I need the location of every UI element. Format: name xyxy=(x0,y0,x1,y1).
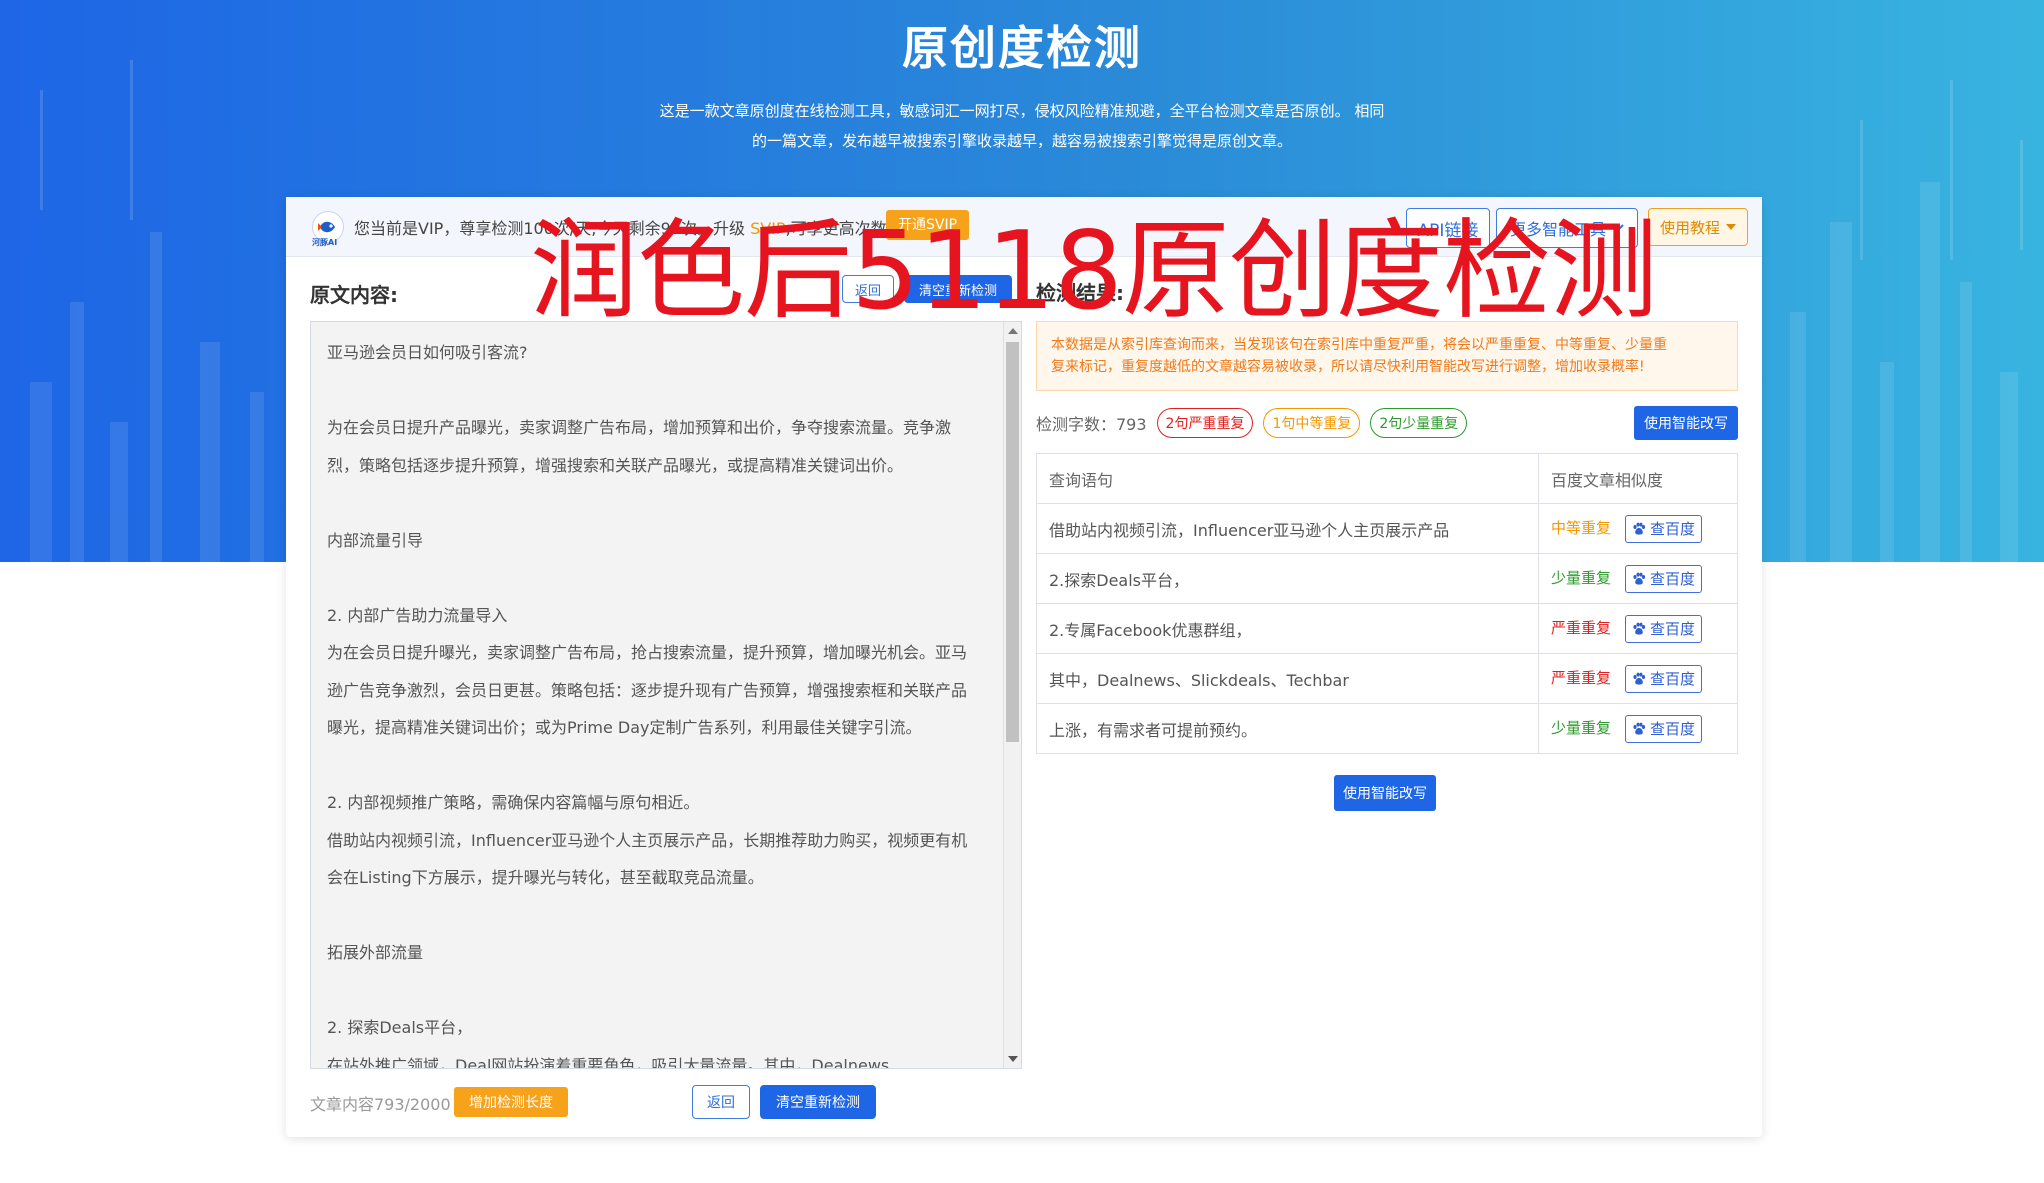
description-line-2: 的一篇文章，发布越早被搜索引擎收录越早，越容易被搜索引擎觉得是原创文章。 xyxy=(751,132,1292,150)
text-line: 为在会员日提升曝光，卖家调整广告布局，抢占搜索流量，提升预算，增加曝光机会。亚马 xyxy=(327,643,968,662)
baidu-paw-icon xyxy=(1633,522,1646,535)
duplicate-level: 少量重复 xyxy=(1551,569,1612,587)
results-header-row: 查询语句 百度文章相似度 xyxy=(1036,453,1738,504)
query-cell: 2.专属Facebook优惠群组， xyxy=(1036,603,1539,654)
text-line: 亚马逊会员日如何吸引客流? xyxy=(327,343,528,362)
medium-duplicate-badge: 1句中等重复 xyxy=(1263,408,1361,438)
text-line: 在站外推广领域，Deal网站扮演着重要角色，吸引大量流量。其中，Dealnews xyxy=(327,1055,890,1069)
page-description: 这是一款文章原创度在线检测工具，敏感词汇一网打尽，侵权风险精准规避，全平台检测文… xyxy=(650,96,1394,156)
content-length-counter: 文章内容793/2000 xyxy=(310,1095,451,1114)
text-line xyxy=(327,972,983,1010)
text-line xyxy=(327,897,983,935)
duplicate-level: 严重重复 xyxy=(1551,669,1612,687)
baidu-paw-icon xyxy=(1633,672,1646,685)
fish-logo-icon xyxy=(318,221,335,233)
text-line xyxy=(327,484,983,522)
table-row: 2.探索Deals平台， 少量重复 查百度 xyxy=(1036,553,1738,604)
query-cell: 2.探索Deals平台， xyxy=(1036,553,1539,604)
check-baidu-button[interactable]: 查百度 xyxy=(1625,564,1703,593)
similarity-cell: 少量重复 查百度 xyxy=(1538,553,1738,604)
check-baidu-label: 查百度 xyxy=(1650,570,1696,588)
overlay-caption: 润色后5118原创度检测 xyxy=(530,209,1658,334)
smart-rewrite-bottom-button[interactable]: 使用智能改写 xyxy=(1334,775,1436,811)
header-similarity: 百度文章相似度 xyxy=(1538,453,1738,504)
severe-duplicate-badge: 2句严重重复 xyxy=(1156,408,1254,438)
text-line: 逊广告竞争激烈，会员日更甚。策略包括：逐步提升现有广告预算，增强搜索框和关联产品 xyxy=(327,680,968,700)
text-scrollbar[interactable] xyxy=(1003,322,1021,1068)
original-text-area[interactable]: 亚马逊会员日如何吸引客流? 为在会员日提升产品曝光，卖家调整广告布局，增加预算和出… xyxy=(310,321,1022,1069)
text-line: 借助站内视频引流，Influencer亚马逊个人主页展示产品，长期推荐助力购买，… xyxy=(327,830,968,850)
page-title: 原创度检测 xyxy=(902,21,1142,75)
detection-stats: 检测字数：793 2句严重重复 1句中等重复 2句少量重复 xyxy=(1036,407,1468,439)
text-line xyxy=(327,559,983,597)
text-line: 烈，策略包括逐步提升预算，增强搜索和关联产品曝光，或提高精准关键词出价。 xyxy=(327,455,904,475)
original-text-content: 亚马逊会员日如何吸引客流? 为在会员日提升产品曝光，卖家调整广告布局，增加预算和出… xyxy=(327,334,983,1069)
duplicate-level: 严重重复 xyxy=(1551,619,1612,637)
tutorial-label: 使用教程 xyxy=(1659,218,1720,237)
results-table: 查询语句 百度文章相似度 借助站内视频引流，Influencer亚马逊个人主页展… xyxy=(1036,453,1738,754)
header-query: 查询语句 xyxy=(1036,453,1539,504)
check-baidu-button[interactable]: 查百度 xyxy=(1625,664,1703,693)
clear-recheck-button[interactable]: 清空重新检测 xyxy=(760,1085,876,1119)
query-cell: 其中，Dealnews、Slickdeals、Techbar xyxy=(1036,653,1539,704)
notice-line-2: 复来标记，重复度越低的文章越容易被收录，所以请尽快利用智能改写进行调整，增加收录… xyxy=(1051,359,1645,375)
text-line: 拓展外部流量 xyxy=(327,943,424,962)
scroll-down-arrow-icon[interactable] xyxy=(1008,1056,1018,1062)
text-line: 曝光，提高精准关键词出价；或为Prime Day定制广告系列，利用最佳关键字引流… xyxy=(327,718,922,737)
check-baidu-label: 查百度 xyxy=(1650,720,1696,738)
check-baidu-button[interactable]: 查百度 xyxy=(1625,714,1703,743)
duplicate-level: 中等重复 xyxy=(1551,519,1612,537)
similarity-cell: 严重重复 查百度 xyxy=(1538,603,1738,654)
text-line xyxy=(327,372,983,410)
similarity-cell: 严重重复 查百度 xyxy=(1538,653,1738,704)
query-cell: 上涨，有需求者可提前预约。 xyxy=(1036,703,1539,754)
check-baidu-label: 查百度 xyxy=(1650,670,1696,688)
tutorial-dropdown[interactable]: 使用教程 xyxy=(1648,208,1748,246)
caret-down-icon xyxy=(1726,224,1736,230)
text-line: 2. 内部视频推广策略，需确保内容篇幅与原句相近。 xyxy=(327,793,700,812)
text-line: 内部流量引导 xyxy=(327,530,424,550)
table-row: 其中，Dealnews、Slickdeals、Techbar 严重重复 查百度 xyxy=(1036,653,1738,704)
table-row: 2.专属Facebook优惠群组， 严重重复 查百度 xyxy=(1036,603,1738,654)
scroll-thumb[interactable] xyxy=(1006,342,1019,742)
table-row: 借助站内视频引流，Influencer亚马逊个人主页展示产品 中等重复 查百度 xyxy=(1036,503,1738,554)
check-baidu-button[interactable]: 查百度 xyxy=(1625,514,1703,543)
query-cell: 借助站内视频引流，Influencer亚马逊个人主页展示产品 xyxy=(1036,503,1539,554)
text-line: 2. 内部广告助力流量导入 xyxy=(327,605,508,625)
notice-line-1: 本数据是从索引库查询而来，当发现该句在索引库中重复严重，将会以严重重复、中等重复… xyxy=(1051,337,1667,353)
word-count: 检测字数：793 xyxy=(1036,415,1147,434)
detection-card: 河豚AI 您当前是VIP，尊享检测100次/天;今天剩余98次。升级 SVIP,… xyxy=(286,197,1762,1137)
similarity-cell: 少量重复 查百度 xyxy=(1538,703,1738,754)
similarity-cell: 中等重复 查百度 xyxy=(1538,503,1738,554)
baidu-paw-icon xyxy=(1633,622,1646,635)
brand-logo-text: 河豚AI xyxy=(312,238,338,247)
check-baidu-label: 查百度 xyxy=(1650,620,1696,638)
check-baidu-label: 查百度 xyxy=(1650,520,1696,538)
text-line: 2. 探索Deals平台， xyxy=(327,1018,473,1037)
original-content-label: 原文内容: xyxy=(310,283,398,307)
text-line: 为在会员日提升产品曝光，卖家调整广告布局，增加预算和出价，争夺搜索流量。竞争激 xyxy=(327,418,952,437)
table-row: 上涨，有需求者可提前预约。 少量重复 查百度 xyxy=(1036,703,1738,754)
back-button[interactable]: 返回 xyxy=(692,1085,750,1119)
text-line xyxy=(327,747,983,785)
check-baidu-button[interactable]: 查百度 xyxy=(1625,614,1703,643)
duplicate-level: 少量重复 xyxy=(1551,719,1612,737)
baidu-paw-icon xyxy=(1633,722,1646,735)
increase-length-button[interactable]: 增加检测长度 xyxy=(454,1087,568,1117)
smart-rewrite-button[interactable]: 使用智能改写 xyxy=(1634,406,1738,440)
baidu-paw-icon xyxy=(1633,572,1646,585)
minor-duplicate-badge: 2句少量重复 xyxy=(1370,408,1468,438)
description-line-1: 这是一款文章原创度在线检测工具，敏感词汇一网打尽，侵权风险精准规避，全平台检测文… xyxy=(659,102,1385,120)
text-line: 会在Listing下方展示，提升曝光与转化，甚至截取竞品流量。 xyxy=(327,868,764,887)
